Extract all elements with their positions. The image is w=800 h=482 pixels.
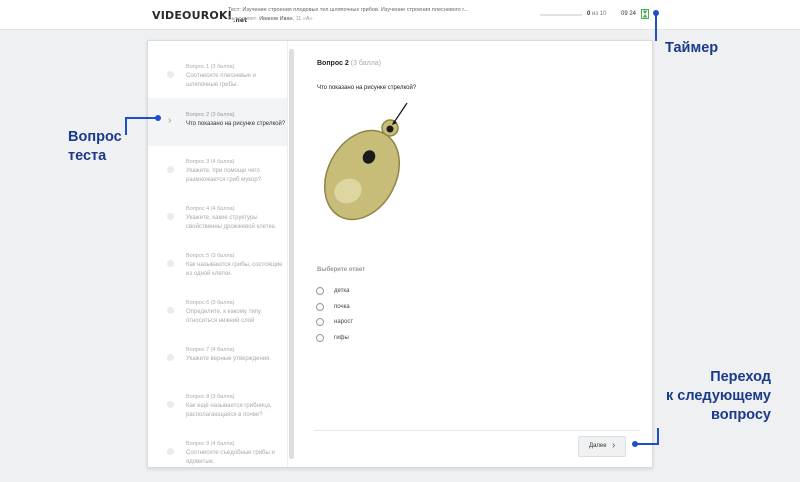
annotation-question-line-v — [125, 118, 127, 135]
question-number-label: Вопрос 2 (3 балла) — [186, 112, 235, 118]
annotation-next-line1: Переход — [710, 369, 771, 385]
answer-option-label: нарост — [334, 318, 354, 325]
annotation-next-line-h — [635, 443, 659, 445]
question-text: Укажите, какие структуры свойственны дро… — [186, 215, 277, 230]
question-text: Что показано на рисунке стрелкой? — [186, 121, 286, 127]
radio-button[interactable] — [316, 303, 324, 311]
progress-bar — [540, 14, 582, 16]
radio-button[interactable] — [316, 287, 324, 295]
question-status-dot — [167, 354, 174, 361]
question-number: Вопрос 2 — [317, 60, 349, 67]
top-bar: VIDEOUROKI.net Тест: Изучение строения п… — [0, 0, 800, 30]
progress-done: 0 — [587, 11, 591, 17]
question-number-label: Вопрос 3 (4 балла) — [186, 159, 235, 165]
annotation-next: Переход к следующему вопросу — [666, 368, 771, 425]
annotation-next-line2: к следующему — [666, 388, 771, 404]
next-button-label: Далее — [589, 443, 607, 449]
annotation-question: Вопрос теста — [68, 128, 122, 166]
footer-divider — [314, 430, 640, 431]
radio-button[interactable] — [316, 318, 324, 326]
question-number-label: Вопрос 6 (3 балла) — [186, 300, 235, 306]
sidebar-question-item[interactable]: Вопрос 5 (3 балла) Как называются грибы, … — [148, 239, 287, 287]
question-panel: Вопрос 2 (3 балла) Что показано на рисун… — [314, 41, 652, 467]
question-number-label: Вопрос 4 (4 балла) — [186, 206, 235, 212]
test-title: Тест: Изучение строения плодовых тел шля… — [228, 7, 469, 13]
question-points: (3 балла) — [350, 60, 382, 67]
annotation-timer: Таймер — [665, 40, 719, 56]
answer-option[interactable]: гифы — [316, 333, 416, 343]
sidebar-question-item[interactable]: › Вопрос 2 (3 балла) Что показано на рисун… — [148, 98, 287, 146]
question-prompt: Что показано на рисунке стрелкой? — [317, 85, 417, 91]
next-button[interactable]: Далее › — [578, 436, 626, 457]
annotation-timer-line — [655, 13, 657, 41]
question-text: Как ещё называется грибница, располагающ… — [186, 403, 272, 418]
test-card: Вопрос 1 (3 балла) Соотнесите плесневые и… — [147, 40, 653, 468]
question-text: Как называются грибы, состоящие из одной… — [186, 262, 283, 277]
question-text: Укажите верные утверждения. — [186, 356, 272, 362]
progress-counter: 0 из 10 — [587, 11, 606, 17]
author-class: , 11 «А» — [292, 16, 313, 22]
sidebar-question-item[interactable]: Вопрос 4 (4 балла) Укажите, какие структу… — [148, 192, 287, 240]
question-status-dot — [167, 166, 174, 173]
sidebar-question-item[interactable]: Вопрос 8 (3 балла) Как ещё называется гри… — [148, 380, 287, 428]
annotation-question-line-h — [125, 117, 157, 119]
progress-total: из 10 — [592, 11, 607, 17]
answer-option[interactable]: нарост — [316, 317, 416, 327]
question-status-dot — [167, 307, 174, 314]
test-author: Выполняет: Иванов Иван, 11 «А» — [228, 16, 313, 22]
question-status-dot — [167, 448, 174, 455]
question-text: Укажите, при помощи чего размножается гр… — [186, 168, 262, 183]
answer-option-label: гифы — [334, 334, 349, 341]
annotation-question-line2: теста — [68, 148, 107, 164]
question-title: Вопрос 2 (3 балла) — [317, 60, 381, 67]
question-status-dot — [167, 213, 174, 220]
question-number-label: Вопрос 8 (3 балла) — [186, 394, 235, 400]
question-number-label: Вопрос 1 (3 балла) — [186, 64, 235, 70]
question-status-dot — [167, 401, 174, 408]
sidebar-scrollbar[interactable] — [289, 49, 294, 459]
pointer-arrow — [392, 102, 408, 125]
question-number-label: Вопрос 5 (3 балла) — [186, 253, 235, 259]
chevron-right-icon: › — [168, 115, 172, 126]
question-list: Вопрос 1 (3 балла) Соотнесите плесневые и… — [148, 41, 288, 467]
annotation-next-line-v — [657, 428, 659, 445]
hourglass-icon — [641, 9, 649, 19]
yeast-cell — [323, 119, 401, 221]
logo-text: VIDEOUROKI — [152, 9, 232, 22]
sidebar-question-item[interactable]: Вопрос 9 (4 балла) Соотнесите съедобные г… — [148, 427, 287, 467]
answer-section-label: Выберите ответ — [317, 267, 366, 273]
question-status-dot — [167, 260, 174, 267]
answer-option-label: почка — [334, 303, 350, 310]
sidebar-question-item[interactable]: Вопрос 6 (3 балла) Определите, к какому т… — [148, 286, 287, 334]
yeast-cell-illustration — [323, 102, 408, 221]
question-text: Соотнесите плесневые и шляпочные грибы. — [186, 73, 256, 88]
author-name: Иванов Иван — [259, 16, 293, 22]
chevron-right-icon: › — [612, 440, 616, 451]
question-status-dot — [167, 71, 174, 78]
question-number-label: Вопрос 7 (4 балла) — [186, 347, 235, 353]
sidebar-question-item[interactable]: Вопрос 1 (3 балла) Соотнесите плесневые и… — [148, 50, 287, 98]
annotation-question-dot — [155, 115, 161, 121]
answer-option[interactable]: почка — [316, 302, 416, 312]
answer-option-label: детка — [334, 287, 350, 294]
annotation-next-line3: вопросу — [710, 407, 771, 423]
sidebar-question-item[interactable]: Вопрос 3 (4 балла) Укажите, при помощи че… — [148, 145, 287, 193]
author-label: Выполняет: — [228, 16, 258, 22]
radio-button[interactable] — [316, 334, 324, 342]
timer-value: 09 24 — [621, 11, 637, 17]
annotation-question-line1: Вопрос — [68, 129, 122, 145]
question-number-label: Вопрос 9 (4 балла) — [186, 441, 235, 447]
sidebar-question-item[interactable]: Вопрос 7 (4 балла) Укажите верные утвержд… — [148, 333, 287, 381]
answer-option[interactable]: детка — [316, 286, 416, 296]
question-text: Соотнесите съедобные грибы и ядовитые. — [186, 450, 275, 465]
question-text: Определите, к какому типу относиться ниж… — [186, 309, 261, 324]
